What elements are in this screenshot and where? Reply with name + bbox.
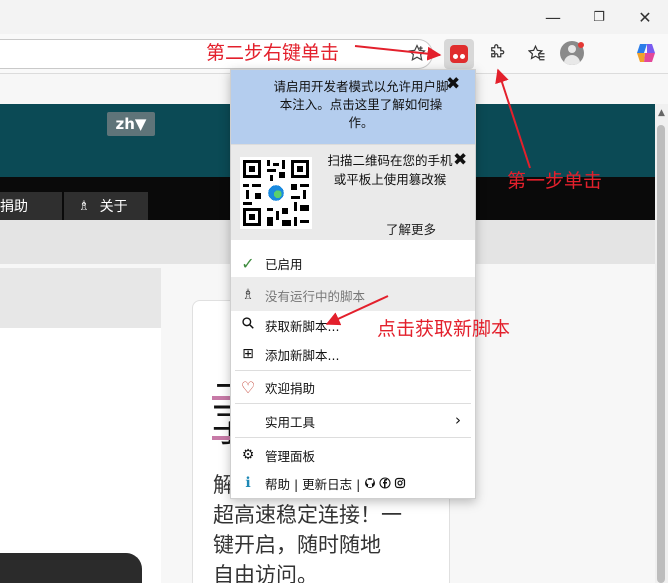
menu-item-no-scripts: ♗ 没有运行中的脚本: [231, 281, 475, 309]
annotation-get-script: 点击获取新脚本: [377, 318, 511, 340]
menu-item-add-new-script[interactable]: ⊞ 添加新脚本...: [231, 340, 475, 368]
chevron-right-icon: ›: [455, 411, 461, 429]
facebook-icon[interactable]: [379, 477, 391, 489]
menu-item-label: 帮助 | 更新日志 |: [265, 476, 361, 492]
copilot-icon[interactable]: [634, 41, 658, 65]
card-body-line: 键开启，随时随地: [213, 533, 381, 557]
learn-more-link[interactable]: 了解更多: [386, 219, 436, 238]
gear-icon: ⚙: [241, 447, 255, 463]
left-panel-header: [0, 268, 161, 328]
developer-mode-notice-text: 请启用开发者模式以允许用户脚本注入。点击这里了解如何操作。: [273, 79, 449, 130]
dark-pill: [0, 553, 142, 583]
close-window-button[interactable]: ✕: [633, 6, 657, 28]
maximize-button[interactable]: ❐: [587, 6, 611, 28]
add-box-icon: ⊞: [242, 346, 254, 362]
menu-divider: [235, 403, 471, 404]
qr-notice: 扫描二维码在您的手机或平板上使用篡改猴 了解更多 ✖: [231, 144, 475, 240]
menu-item-label: 实用工具: [265, 414, 316, 430]
heart-icon: ♡: [240, 377, 256, 397]
menu-item-help[interactable]: ℹ 帮助 | 更新日志 |: [231, 469, 475, 497]
menu-item-label: 获取新脚本...: [265, 318, 340, 334]
tampermonkey-icon: [450, 45, 468, 63]
menu-divider: [235, 437, 471, 438]
minimize-button[interactable]: —: [541, 6, 565, 28]
menu-item-label: 已启用: [265, 256, 303, 272]
card-body-line: 超高速稳定连接！一: [213, 503, 402, 527]
annotation-step2: 第二步右键单击: [206, 42, 340, 64]
qr-notice-text: 扫描二维码在您的手机或平板上使用篡改猴: [327, 153, 453, 187]
menu-item-label: 没有运行中的脚本: [265, 288, 366, 304]
menu-item-donate[interactable]: ♡ 欢迎捐助: [231, 373, 475, 401]
puzzle-icon[interactable]: [482, 38, 512, 68]
search-icon: [231, 316, 265, 334]
menu-divider: [235, 370, 471, 371]
star-outline-icon[interactable]: [402, 38, 432, 68]
menu-item-enabled[interactable]: ✓ 已启用: [231, 249, 475, 277]
annotation-step1: 第一步单击: [507, 170, 603, 192]
nav-tab-label: 关于: [99, 199, 128, 215]
menu-item-dashboard[interactable]: ⚙ 管理面板: [231, 441, 475, 469]
close-notice-button[interactable]: ✖: [446, 74, 460, 94]
nav-tab-about[interactable]: ♗ 关于: [64, 192, 148, 220]
info-icon: ℹ: [245, 475, 251, 491]
developer-mode-notice[interactable]: 请启用开发者模式以允许用户脚本注入。点击这里了解如何操作。 ✖: [231, 70, 475, 144]
close-qr-notice-button[interactable]: ✖: [453, 150, 467, 170]
title-bar: [0, 0, 668, 34]
nav-tab-label: 捐助: [0, 199, 28, 215]
language-selector[interactable]: zh▼: [107, 112, 155, 136]
instagram-icon[interactable]: [394, 477, 406, 489]
favorites-icon[interactable]: [522, 38, 552, 68]
check-icon: ✓: [241, 253, 255, 273]
menu-item-utilities[interactable]: 实用工具 ›: [231, 407, 475, 435]
menu-item-label: 添加新脚本...: [265, 347, 340, 363]
tampermonkey-extension-button[interactable]: [444, 39, 474, 69]
menu-item-label: 欢迎捐助: [265, 380, 316, 396]
github-icon[interactable]: [364, 477, 376, 489]
nav-tab-donate[interactable]: 捐助: [0, 192, 62, 220]
scroll-up-arrow[interactable]: ▲: [655, 108, 668, 120]
bulb-icon: ♗: [241, 287, 255, 303]
card-body-line: 自由访问。: [213, 563, 318, 583]
qr-code: [240, 157, 312, 229]
avatar[interactable]: [560, 41, 584, 65]
bulb-icon: ♗: [78, 198, 90, 214]
menu-item-label: 管理面板: [265, 448, 316, 464]
scrollbar-thumb[interactable]: [657, 125, 665, 583]
